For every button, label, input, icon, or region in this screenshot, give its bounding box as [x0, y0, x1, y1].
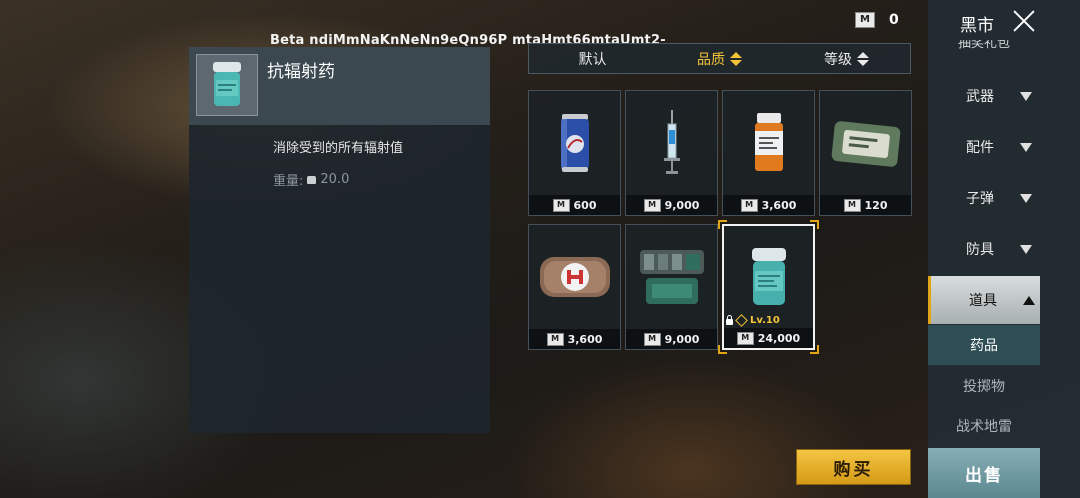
sidebar-item-armor[interactable]: 防具	[928, 225, 1040, 273]
currency-m-icon: M	[643, 332, 661, 346]
price-value: 600	[573, 198, 597, 212]
sort-arrows-icon	[857, 51, 869, 66]
sidebar-item-label: 防具	[966, 242, 994, 258]
item-card[interactable]: M 600	[528, 90, 621, 216]
chevron-down-icon	[1020, 91, 1032, 101]
item-price: M 600	[529, 195, 620, 215]
item-price: M 120	[820, 195, 911, 215]
item-detail-panel: 抗辐射药 消除受到的所有辐射值 重量: 20.0	[189, 47, 490, 433]
item-detail-header: 抗辐射药	[189, 47, 490, 125]
weight-label: 重量:	[273, 174, 304, 189]
currency-m-icon: M	[552, 198, 570, 212]
pill-bottle-icon	[723, 91, 814, 195]
sort-bar: 默认 品质 等级	[528, 43, 911, 74]
item-detail-thumbnail	[196, 54, 258, 116]
category-sidebar: 黑市 抽奖礼包 武器 配件 子弹 防具 道具 药品 投掷物 战术地雷 出售	[928, 0, 1080, 498]
sort-level-label: 等级	[824, 51, 852, 68]
sidebar-item-props[interactable]: 道具	[928, 276, 1040, 324]
chevron-up-icon	[1023, 295, 1035, 305]
item-detail-title: 抗辐射药	[267, 62, 335, 82]
medkit-icon	[626, 225, 717, 329]
price-value: 9,000	[664, 198, 700, 212]
sort-arrows-icon	[730, 51, 742, 66]
sort-default-button[interactable]: 默认	[529, 49, 656, 69]
lock-icon	[726, 315, 733, 325]
item-detail-description: 消除受到的所有辐射值	[273, 141, 404, 156]
weight-icon	[307, 175, 317, 184]
sort-quality-label: 品质	[697, 51, 725, 68]
currency-m-icon: M	[643, 198, 661, 212]
item-grid: M 600 M 9,000 M 3,600 M 120 M 3,600 M 9,…	[528, 90, 918, 354]
currency-display: M 0	[855, 12, 899, 28]
price-value: 120	[864, 198, 888, 212]
level-requirement: Lv.10	[726, 314, 780, 327]
chevron-down-icon	[1020, 142, 1032, 152]
currency-m-icon: M	[546, 332, 564, 346]
item-card[interactable]: M 3,600	[528, 224, 621, 350]
item-price: M 3,600	[723, 195, 814, 215]
currency-m-icon: M	[855, 12, 875, 28]
sidebar-subitem-medicine[interactable]: 药品	[928, 325, 1040, 365]
item-card[interactable]: M 9,000	[625, 90, 718, 216]
item-card-selected[interactable]: Lv.10 M 24,000	[718, 220, 819, 354]
currency-amount: 0	[889, 12, 899, 28]
buy-button[interactable]: 购买	[796, 449, 911, 485]
bandage-icon	[820, 91, 911, 195]
sidebar-item-lottery-pack[interactable]: 抽奖礼包	[958, 40, 1010, 53]
sidebar-item-label: 子弹	[966, 191, 994, 207]
price-value: 9,000	[664, 332, 700, 346]
anti-radiation-jar-icon	[724, 226, 813, 328]
chevron-down-icon	[1020, 193, 1032, 203]
level-label: Lv.10	[750, 315, 780, 326]
sort-level-button[interactable]: 等级	[783, 49, 910, 69]
sort-quality-button[interactable]: 品质	[656, 49, 783, 69]
sidebar-subitem-throwables[interactable]: 投掷物	[928, 366, 1040, 406]
close-icon[interactable]	[1012, 9, 1036, 33]
energy-drink-can-icon	[529, 91, 620, 195]
chevron-down-icon	[1020, 244, 1032, 254]
price-value: 3,600	[567, 332, 603, 346]
currency-m-icon: M	[740, 198, 758, 212]
currency-m-icon: M	[843, 198, 861, 212]
sidebar-item-label: 道具	[969, 293, 997, 309]
item-detail-weight: 重量: 20.0	[273, 170, 349, 189]
first-aid-pouch-icon	[529, 225, 620, 329]
syringe-icon	[626, 91, 717, 195]
sidebar-subitem-tactical-mines[interactable]: 战术地雷	[928, 406, 1040, 446]
price-value: 3,600	[761, 198, 797, 212]
sidebar-item-attachments[interactable]: 配件	[928, 123, 1040, 171]
item-card[interactable]: M 3,600	[722, 90, 815, 216]
item-price: M 24,000	[724, 328, 813, 348]
item-price: M 9,000	[626, 329, 717, 349]
weight-value: 20.0	[320, 172, 350, 187]
sell-button[interactable]: 出售	[928, 448, 1040, 498]
anti-radiation-jar-icon	[213, 62, 241, 106]
sidebar-item-label: 配件	[966, 140, 994, 156]
item-card[interactable]: M 120	[819, 90, 912, 216]
price-value: 24,000	[757, 331, 801, 345]
sidebar-item-label: 武器	[966, 89, 994, 105]
level-diamond-icon	[735, 314, 748, 327]
sidebar-item-weapons[interactable]: 武器	[928, 72, 1040, 120]
item-price: M 9,000	[626, 195, 717, 215]
currency-m-icon: M	[736, 331, 754, 345]
sort-default-label: 默认	[578, 51, 607, 68]
sidebar-title: 黑市	[960, 16, 994, 36]
item-price: M 3,600	[529, 329, 620, 349]
sidebar-item-ammo[interactable]: 子弹	[928, 174, 1040, 222]
item-card[interactable]: M 9,000	[625, 224, 718, 350]
